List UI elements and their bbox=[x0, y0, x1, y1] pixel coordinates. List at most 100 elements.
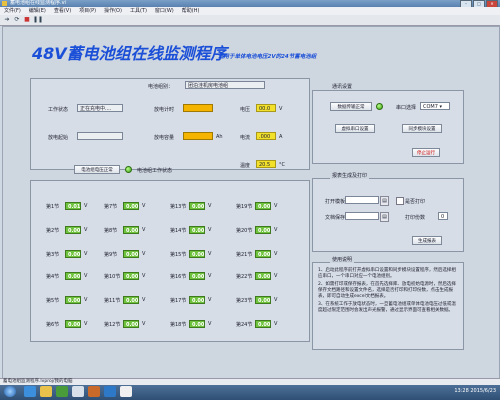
cell-voltage-field: 0.00 bbox=[123, 272, 139, 280]
cell-unit: V bbox=[208, 203, 212, 209]
cell-voltage-field: 0.00 bbox=[65, 250, 81, 258]
cell-unit: V bbox=[84, 273, 88, 279]
chevron-down-icon: ▾ bbox=[439, 104, 443, 110]
browse-save-icon[interactable]: ▤ bbox=[380, 212, 389, 222]
labview-icon[interactable] bbox=[72, 386, 84, 397]
clock: 13:28 2015/6/23 bbox=[454, 388, 496, 394]
cell-unit: V bbox=[142, 297, 146, 303]
status-bar: 蓄电池组监测程序.lvproj/我的电脑 bbox=[0, 378, 500, 385]
cell-unit: V bbox=[84, 227, 88, 233]
ie-icon[interactable] bbox=[24, 386, 36, 397]
cell-unit: V bbox=[274, 273, 278, 279]
cell-label: 第24节 bbox=[236, 322, 253, 328]
generate-report-button[interactable]: 生成报表 bbox=[412, 236, 442, 245]
media-icon[interactable] bbox=[56, 386, 68, 397]
discharge-timer-field bbox=[183, 104, 213, 112]
cell-voltage-field: 0.00 bbox=[255, 202, 271, 210]
cell-voltage-field: 0.00 bbox=[189, 226, 205, 234]
cell-label: 第15节 bbox=[170, 252, 187, 258]
port-label: 串口选择 bbox=[396, 105, 417, 111]
cell-unit: V bbox=[274, 227, 278, 233]
cell-label: 第22节 bbox=[236, 274, 253, 280]
cell-label: 第17节 bbox=[170, 298, 187, 304]
pause-icon[interactable]: ❚❚ bbox=[33, 16, 43, 24]
current-label: 电流 bbox=[240, 135, 251, 141]
run-continuous-icon[interactable]: ⟳ bbox=[13, 16, 21, 24]
data-status-button[interactable]: 数据传输正常 bbox=[330, 102, 372, 111]
discharge-start-field bbox=[77, 132, 123, 140]
menu-help[interactable]: 帮助(H) bbox=[178, 7, 204, 15]
cell-label: 第11节 bbox=[104, 298, 121, 304]
stop-button[interactable]: 停止运行 bbox=[412, 148, 440, 157]
battery-group-field[interactable]: 团泊洼机房电池组 bbox=[185, 81, 265, 89]
app-icon-2[interactable] bbox=[88, 386, 100, 397]
cell-voltage-field: 0.00 bbox=[65, 272, 81, 280]
app-icon-4[interactable] bbox=[120, 386, 132, 397]
menu-tools[interactable]: 工具(T) bbox=[126, 7, 151, 15]
cell-label: 第5节 bbox=[46, 298, 60, 304]
cell-unit: V bbox=[84, 203, 88, 209]
cell-voltage-field: 0.00 bbox=[189, 202, 205, 210]
menu-window[interactable]: 窗口(W) bbox=[151, 7, 178, 15]
menu-operate[interactable]: 操作(O) bbox=[100, 7, 126, 15]
cell-label: 第1节 bbox=[46, 204, 60, 210]
cell-voltage-field: 0.00 bbox=[189, 250, 205, 258]
cell-voltage-field: 0.00 bbox=[189, 320, 205, 328]
window-title: 蓄电池组在线监测程序.vi bbox=[10, 0, 66, 6]
cell-label: 第9节 bbox=[104, 252, 118, 258]
app-icon-3[interactable] bbox=[104, 386, 116, 397]
menu-file[interactable]: 文件(F) bbox=[0, 7, 25, 15]
cell-unit: V bbox=[142, 251, 146, 257]
menu-edit[interactable]: 编辑(E) bbox=[25, 7, 50, 15]
menu-view[interactable]: 查看(V) bbox=[50, 7, 75, 15]
cell-voltage-field: 0.00 bbox=[123, 202, 139, 210]
run-arrow-icon[interactable]: ➔ bbox=[3, 16, 11, 24]
cell-voltage-field: 0.00 bbox=[123, 320, 139, 328]
cell-label: 第6节 bbox=[46, 322, 60, 328]
cell-voltage-field: 0.00 bbox=[255, 272, 271, 280]
voltage-normal-button[interactable]: 电池组电压正常 bbox=[74, 165, 120, 174]
cell-voltage-field: 0.00 bbox=[255, 296, 271, 304]
page-subtitle: 适用于单体电池电压2V的24节蓄电池组 bbox=[218, 54, 317, 60]
copies-field[interactable]: 0 bbox=[438, 212, 448, 220]
copies-label: 打印份数 bbox=[405, 215, 426, 221]
work-status-label: 工作状态 bbox=[48, 107, 69, 113]
cell-label: 第12节 bbox=[104, 322, 121, 328]
cell-voltage-field: 0.00 bbox=[255, 226, 271, 234]
help-line-3: 3、在系统工作于放电状态时，一旦蓄电池组或单体电池电压过低或温度超过限定范围时会… bbox=[318, 302, 456, 313]
browse-folder-icon[interactable]: ▤ bbox=[380, 196, 389, 206]
port-select[interactable]: COM7 ▾ bbox=[420, 102, 450, 110]
folder-icon[interactable] bbox=[40, 386, 52, 397]
status-text: 蓄电池组监测程序.lvproj/我的电脑 bbox=[3, 379, 73, 384]
cell-unit: V bbox=[84, 321, 88, 327]
template-path-field[interactable] bbox=[345, 196, 379, 204]
cell-unit: V bbox=[142, 227, 146, 233]
cell-unit: V bbox=[274, 203, 278, 209]
cell-voltage-field: 0.00 bbox=[123, 226, 139, 234]
temp-unit: °C bbox=[279, 162, 285, 168]
cell-label: 第14节 bbox=[170, 228, 187, 234]
cell-voltage-field: 0.00 bbox=[255, 320, 271, 328]
cell-unit: V bbox=[84, 251, 88, 257]
cell-voltage-field: 0.00 bbox=[189, 296, 205, 304]
save-path-field[interactable] bbox=[345, 212, 379, 220]
menu-project[interactable]: 项目(P) bbox=[75, 7, 100, 15]
title-bar: 蓄电池组在线监测程序.vi – □ ✕ bbox=[0, 0, 500, 8]
template-label: 打开模板 bbox=[325, 199, 346, 205]
cell-label: 第19节 bbox=[236, 204, 253, 210]
discharge-capacity-label: 放电容量 bbox=[154, 135, 175, 141]
cell-label: 第3节 bbox=[46, 252, 60, 258]
current-field: .000 bbox=[256, 132, 276, 140]
comm-led-icon bbox=[376, 103, 383, 110]
print-checkbox[interactable] bbox=[396, 197, 404, 205]
work-state-text: 电池组工作状态 bbox=[137, 168, 173, 174]
start-button-icon[interactable] bbox=[4, 386, 16, 397]
comm-title: 通讯设置 bbox=[330, 83, 355, 90]
abort-icon[interactable]: ■ bbox=[23, 16, 31, 24]
sync-module-button[interactable]: 同步模块设置 bbox=[402, 124, 442, 133]
virtual-port-button[interactable]: 虚拟串口设置 bbox=[335, 124, 375, 133]
app-icon bbox=[2, 1, 7, 6]
cell-voltage-field: 0.01 bbox=[65, 202, 81, 210]
cell-unit: V bbox=[274, 321, 278, 327]
cell-unit: V bbox=[84, 297, 88, 303]
